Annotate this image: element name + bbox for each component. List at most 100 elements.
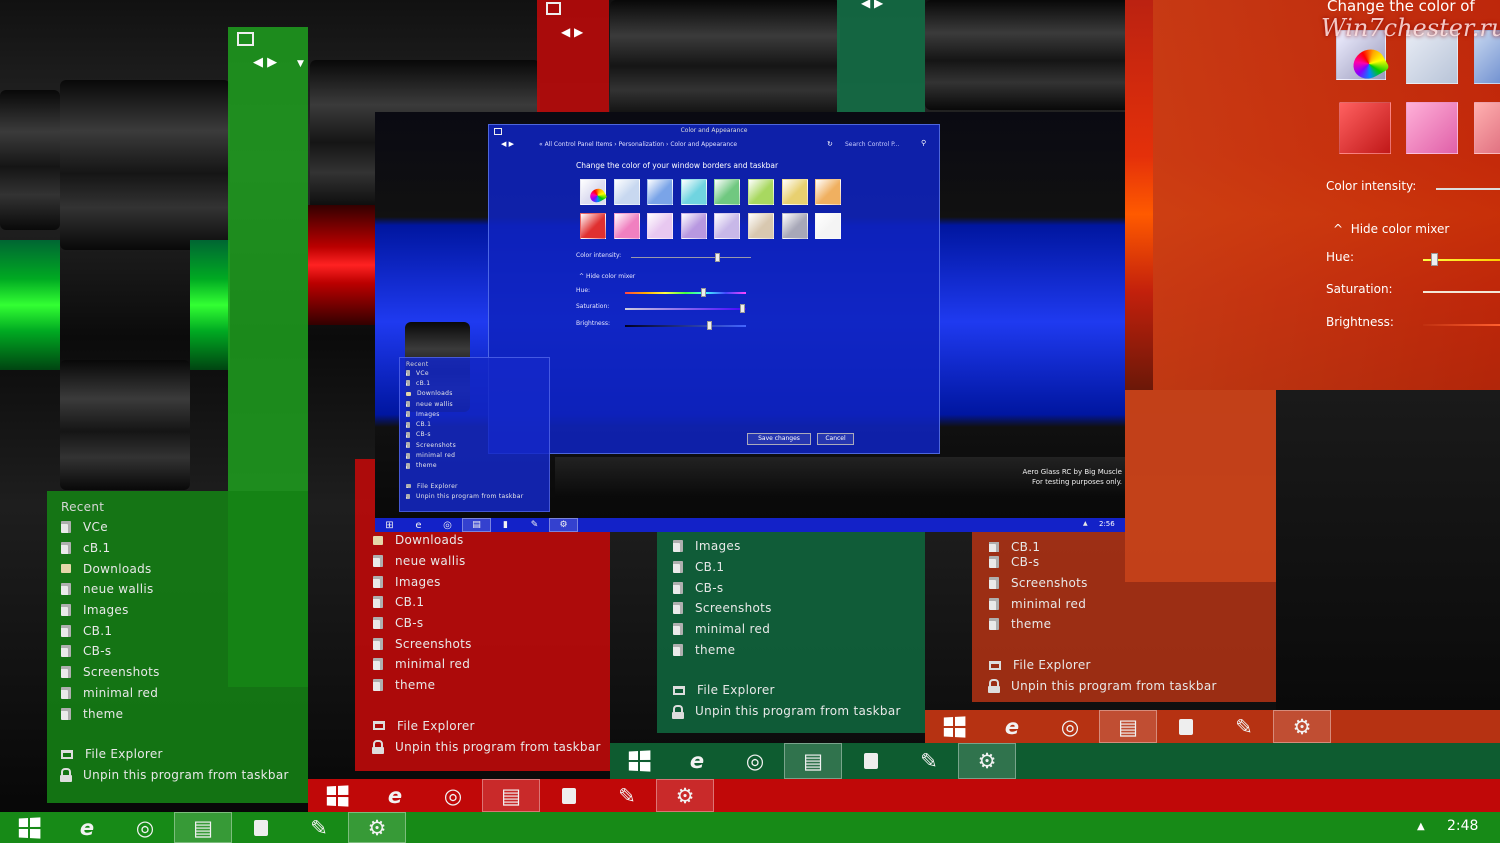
nav-arrows[interactable]: ◀ ▶ (561, 25, 583, 39)
list-item[interactable]: Screenshots (673, 598, 901, 619)
color-swatch-8[interactable] (580, 213, 606, 239)
list-item[interactable]: CB-s (61, 641, 289, 662)
list-item[interactable]: Downloads (373, 530, 601, 551)
color-swatch-6[interactable] (781, 179, 808, 205)
hide-color-mixer-toggle[interactable]: ^ Hide color mixer (1333, 222, 1449, 236)
unpin-item[interactable]: Unpin this program from taskbar (60, 765, 289, 786)
saturation-slider[interactable] (1423, 291, 1500, 293)
brightness-slider[interactable] (1423, 324, 1500, 326)
color-swatch-14[interactable] (781, 213, 808, 239)
file-explorer-item[interactable]: File Explorer (989, 655, 1217, 676)
list-item[interactable]: theme (61, 703, 289, 724)
color-intensity-slider[interactable] (1436, 188, 1500, 190)
start-button[interactable] (0, 812, 58, 843)
file-explorer-taskbar-icon[interactable]: ▤ (462, 518, 491, 532)
list-item[interactable]: CB.1 (673, 557, 901, 578)
start-button[interactable]: ⊞ (375, 518, 404, 532)
list-item[interactable]: CB-s (673, 577, 901, 598)
save-changes-button[interactable]: Save changes (747, 433, 811, 445)
file-explorer-taskbar-icon[interactable]: ▤ (1099, 710, 1157, 743)
list-item[interactable]: minimal red (673, 619, 901, 640)
color-swatch-15[interactable] (815, 213, 842, 239)
color-swatch-5[interactable] (748, 179, 774, 205)
hue-slider[interactable] (625, 292, 746, 294)
cancel-button[interactable]: Cancel (817, 433, 854, 445)
paint-icon[interactable]: ✎ (290, 812, 348, 843)
brightness-slider[interactable] (625, 325, 746, 327)
unpin-item[interactable]: Unpin this program from taskbar (672, 701, 901, 722)
color-intensity-slider[interactable] (631, 257, 751, 258)
chrome-icon[interactable]: ◎ (726, 743, 784, 779)
paint-icon[interactable]: ✎ (598, 779, 656, 812)
color-swatch-4[interactable] (714, 179, 741, 205)
tray-arrow-icon[interactable]: ▲ (1083, 520, 1088, 527)
list-item[interactable]: cB.1 (61, 538, 289, 559)
list-item[interactable]: minimal red (989, 593, 1217, 614)
chrome-icon[interactable]: ◎ (424, 779, 482, 812)
list-item[interactable]: CB.1 (406, 419, 524, 429)
ie-icon[interactable]: e (58, 812, 116, 843)
file-explorer-item[interactable]: File Explorer (673, 680, 901, 701)
notes-icon[interactable]: ▮ (491, 518, 520, 532)
list-item[interactable]: CB.1 (989, 542, 1217, 552)
file-explorer-item[interactable]: File Explorer (61, 744, 289, 765)
settings-icon[interactable]: ⚙ (348, 812, 406, 843)
search-input[interactable]: Search Control P... (845, 141, 900, 148)
chrome-icon[interactable]: ◎ (116, 812, 174, 843)
list-item[interactable]: Downloads (406, 389, 524, 399)
notes-icon[interactable] (540, 779, 598, 812)
settings-icon[interactable]: ⚙ (656, 779, 714, 812)
file-explorer-item[interactable]: File Explorer (373, 716, 601, 737)
notes-icon[interactable] (842, 743, 900, 779)
paint-icon[interactable]: ✎ (1215, 710, 1273, 743)
list-item[interactable]: Screenshots (406, 440, 524, 450)
list-item[interactable]: VCe (61, 517, 289, 538)
hide-color-mixer-toggle[interactable]: ^ Hide color mixer (579, 273, 635, 280)
file-explorer-item[interactable]: File Explorer (406, 481, 524, 491)
list-item[interactable]: Images (406, 409, 524, 419)
color-swatch-13[interactable] (748, 213, 774, 239)
list-item[interactable]: CB-s (989, 552, 1217, 573)
list-item[interactable]: minimal red (61, 683, 289, 704)
chrome-icon[interactable]: ◎ (433, 518, 462, 532)
unpin-item[interactable]: Unpin this program from taskbar (406, 491, 524, 501)
list-item[interactable]: theme (373, 675, 601, 696)
saturation-slider-thumb[interactable] (739, 304, 745, 313)
list-item[interactable]: theme (406, 461, 524, 471)
list-item[interactable]: Screenshots (989, 573, 1217, 594)
list-item[interactable]: Screenshots (61, 662, 289, 683)
color-swatch-10[interactable] (647, 213, 674, 239)
paint-icon[interactable]: ✎ (900, 743, 958, 779)
start-button[interactable] (610, 743, 668, 779)
hue-slider-thumb[interactable] (1431, 253, 1438, 266)
ie-icon[interactable]: e (668, 743, 726, 779)
nav-arrows[interactable]: ◀ ▶ (253, 55, 277, 70)
color-swatch-5[interactable] (1474, 102, 1500, 154)
file-explorer-taskbar-icon[interactable]: ▤ (482, 779, 540, 812)
hue-slider-thumb[interactable] (701, 288, 707, 297)
tray-arrow-icon[interactable]: ▲ (1417, 821, 1425, 832)
settings-icon[interactable]: ⚙ (958, 743, 1016, 779)
list-item[interactable]: CB-s (406, 430, 524, 440)
list-item[interactable]: Images (373, 571, 601, 592)
color-swatch-12[interactable] (714, 213, 741, 239)
chevron-down-icon[interactable]: ▼ (297, 59, 304, 69)
refresh-icon[interactable]: ↻ (827, 140, 833, 148)
start-button[interactable] (308, 779, 366, 812)
list-item[interactable]: CB.1 (373, 592, 601, 613)
nav-back-forward[interactable]: ◀ ▶ (501, 140, 514, 148)
list-item[interactable]: Images (61, 600, 289, 621)
list-item[interactable]: theme (673, 639, 901, 660)
settings-icon[interactable]: ⚙ (549, 518, 578, 532)
list-item[interactable]: Screenshots (373, 633, 601, 654)
list-item[interactable]: Downloads (61, 558, 289, 579)
color-intensity-thumb[interactable] (715, 253, 720, 262)
list-item[interactable]: CB-s (373, 613, 601, 634)
ie-icon[interactable]: e (366, 779, 424, 812)
file-explorer-taskbar-icon[interactable]: ▤ (784, 743, 842, 779)
unpin-item[interactable]: Unpin this program from taskbar (988, 675, 1217, 696)
list-item[interactable]: minimal red (373, 654, 601, 675)
chrome-icon[interactable]: ◎ (1041, 710, 1099, 743)
file-explorer-taskbar-icon[interactable]: ▤ (174, 812, 232, 843)
start-button[interactable] (925, 710, 983, 743)
